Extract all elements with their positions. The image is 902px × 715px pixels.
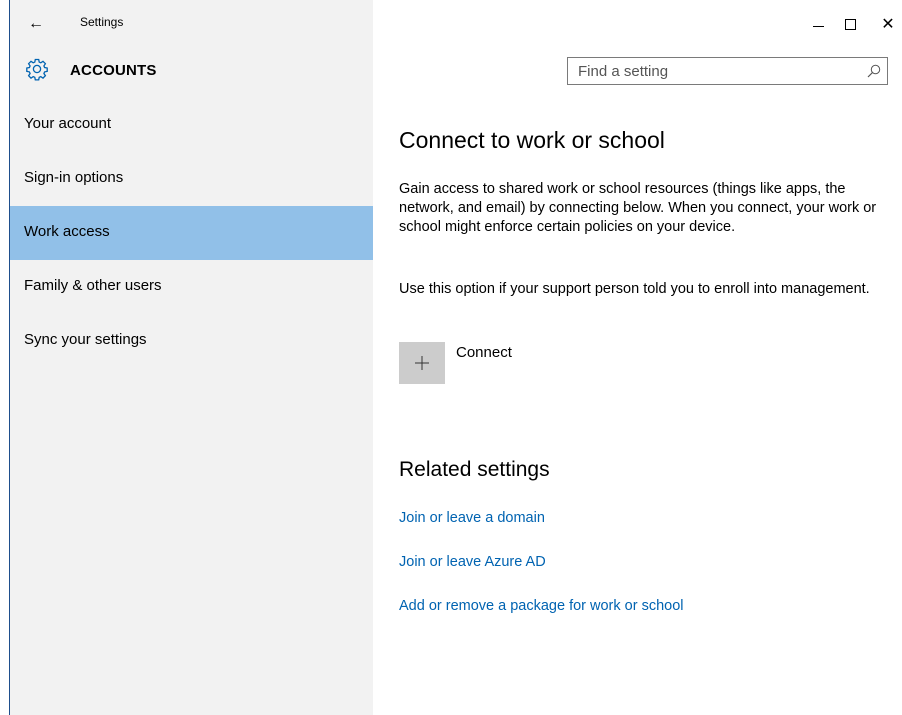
sidebar-item-sync-settings[interactable]: Sync your settings (10, 314, 373, 368)
back-arrow-icon: ← (28, 15, 44, 32)
section-heading: Connect to work or school (399, 127, 665, 153)
settings-window: ← Settings ✕ ACCOUNTS Your account (0, 0, 902, 715)
back-button[interactable]: ← (24, 12, 48, 36)
sidebar-item-label: Work access (24, 222, 110, 240)
close-icon: ✕ (881, 16, 895, 33)
window-title: Settings (80, 15, 124, 29)
page-title: ACCOUNTS (70, 62, 157, 79)
sidebar-item-your-account[interactable]: Your account (10, 98, 373, 152)
sidebar-item-label: Family & other users (24, 276, 162, 294)
sidebar-nav: Your account Sign-in options Work access… (10, 98, 373, 368)
add-remove-package-link[interactable]: Add or remove a package for work or scho… (399, 598, 684, 614)
minimize-icon (812, 25, 824, 27)
plus-icon (415, 356, 429, 370)
join-leave-azure-ad-link[interactable]: Join or leave Azure AD (399, 554, 546, 570)
connect-button[interactable] (399, 342, 445, 384)
sidebar-item-sign-in-options[interactable]: Sign-in options (10, 152, 373, 206)
maximize-icon (844, 18, 856, 30)
sidebar-item-label: Sign-in options (24, 168, 124, 186)
maximize-button[interactable] (830, 10, 870, 38)
search-box[interactable] (567, 57, 888, 85)
related-settings-heading: Related settings (399, 458, 550, 481)
sidebar-item-family-other-users[interactable]: Family & other users (10, 260, 373, 314)
sidebar-item-work-access[interactable]: Work access (10, 206, 373, 260)
enroll-note-text: Use this option if your support person t… (399, 281, 870, 297)
sidebar-item-label: Your account (24, 114, 112, 132)
join-leave-domain-link[interactable]: Join or leave a domain (399, 510, 545, 526)
search-input[interactable] (568, 58, 858, 84)
gear-icon (26, 58, 48, 81)
title-bar: ← Settings ✕ (10, 0, 902, 46)
sidebar-item-label: Sync your settings (24, 330, 147, 348)
close-button[interactable]: ✕ (868, 10, 902, 38)
connect-label[interactable]: Connect (456, 344, 512, 361)
description-text: Gain access to shared work or school res… (399, 181, 877, 235)
search-icon[interactable] (867, 64, 881, 78)
